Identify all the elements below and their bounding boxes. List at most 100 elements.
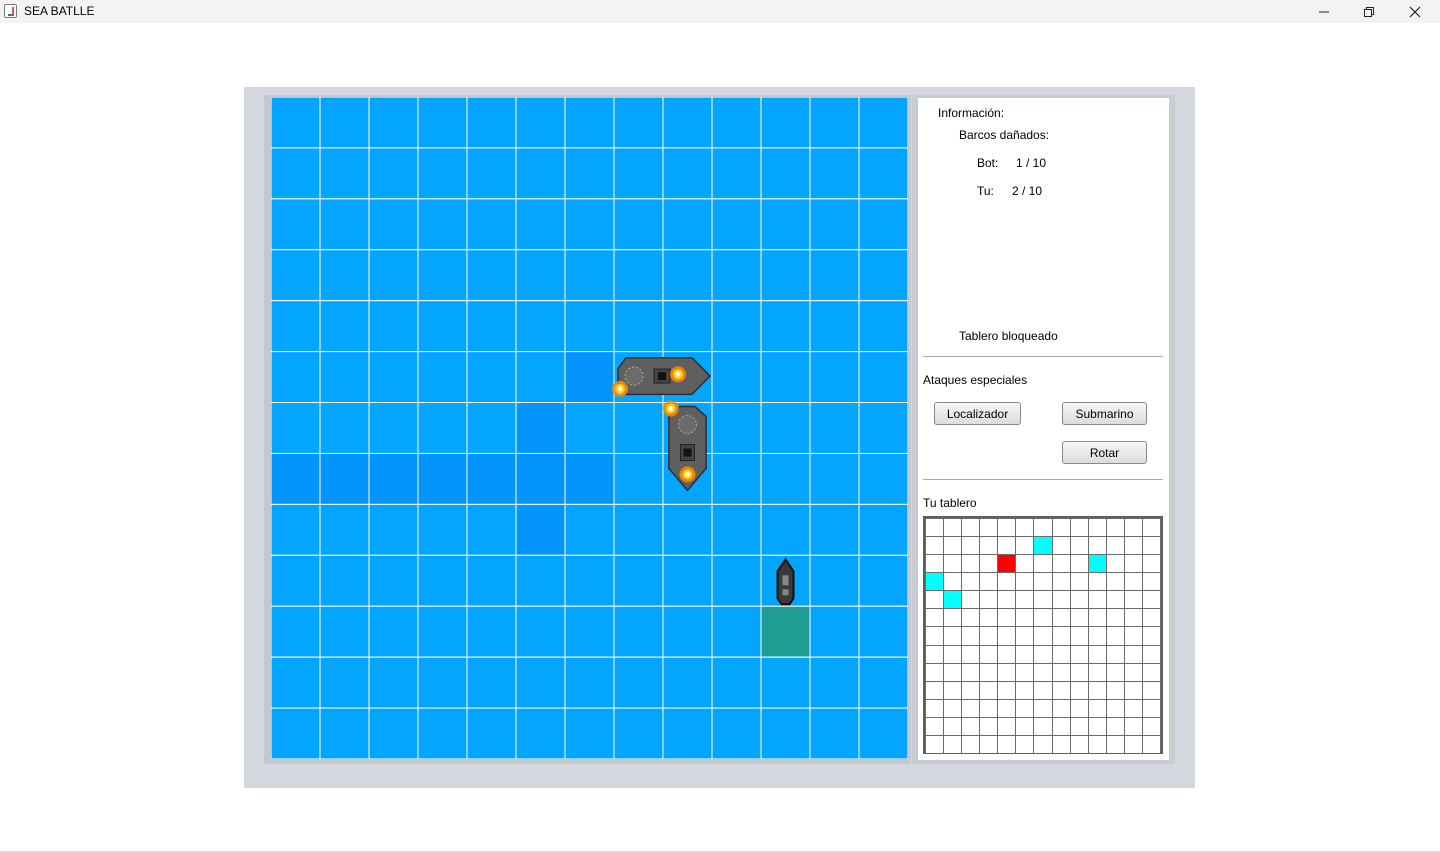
submarine-button[interactable]: Submarino: [1062, 402, 1147, 425]
water-cell[interactable]: [466, 707, 517, 759]
water-cell[interactable]: [319, 249, 370, 302]
water-cell[interactable]: [564, 503, 615, 556]
enemy-board-grid[interactable]: [271, 97, 908, 759]
water-cell[interactable]: [271, 707, 321, 759]
water-cell[interactable]: [858, 452, 908, 505]
shaded-cell[interactable]: [564, 452, 615, 505]
water-cell[interactable]: [858, 402, 908, 454]
water-cell[interactable]: [564, 198, 615, 251]
water-cell[interactable]: [319, 554, 370, 607]
water-cell[interactable]: [809, 147, 860, 200]
water-cell[interactable]: [613, 503, 664, 556]
water-cell[interactable]: [809, 656, 860, 709]
water-cell[interactable]: [417, 300, 468, 353]
water-cell[interactable]: [809, 249, 860, 302]
water-cell[interactable]: [858, 605, 908, 658]
shaded-cell[interactable]: [515, 402, 566, 454]
water-cell[interactable]: [417, 198, 468, 251]
water-cell[interactable]: [662, 147, 713, 200]
water-cell[interactable]: [760, 503, 811, 556]
water-cell[interactable]: [662, 605, 713, 658]
water-cell[interactable]: [711, 147, 762, 200]
water-cell[interactable]: [271, 300, 321, 353]
water-cell[interactable]: [760, 656, 811, 709]
water-cell[interactable]: [417, 605, 468, 658]
water-cell[interactable]: [271, 198, 321, 251]
water-cell[interactable]: [858, 198, 908, 251]
shaded-cell[interactable]: [515, 452, 566, 505]
water-cell[interactable]: [711, 249, 762, 302]
water-cell[interactable]: [858, 300, 908, 353]
water-cell[interactable]: [564, 249, 615, 302]
water-cell[interactable]: [319, 198, 370, 251]
water-cell[interactable]: [711, 707, 762, 759]
water-cell[interactable]: [711, 503, 762, 556]
water-cell[interactable]: [319, 402, 370, 454]
water-cell[interactable]: [319, 97, 370, 149]
water-cell[interactable]: [662, 97, 713, 149]
water-cell[interactable]: [613, 452, 664, 505]
water-cell[interactable]: [858, 554, 908, 607]
water-cell[interactable]: [271, 249, 321, 302]
water-cell[interactable]: [271, 147, 321, 200]
water-cell[interactable]: [760, 249, 811, 302]
water-cell[interactable]: [564, 147, 615, 200]
water-cell[interactable]: [271, 351, 321, 404]
water-cell[interactable]: [417, 554, 468, 607]
water-cell[interactable]: [417, 351, 468, 404]
water-cell[interactable]: [662, 300, 713, 353]
water-cell[interactable]: [613, 554, 664, 607]
water-cell[interactable]: [613, 402, 664, 454]
water-cell[interactable]: [368, 605, 419, 658]
water-cell[interactable]: [564, 402, 615, 454]
water-cell[interactable]: [271, 605, 321, 658]
water-cell[interactable]: [319, 656, 370, 709]
water-cell[interactable]: [809, 351, 860, 404]
water-cell[interactable]: [564, 300, 615, 353]
water-cell[interactable]: [564, 707, 615, 759]
water-cell[interactable]: [319, 503, 370, 556]
water-cell[interactable]: [271, 97, 321, 149]
water-cell[interactable]: [515, 605, 566, 658]
water-cell[interactable]: [466, 554, 517, 607]
water-cell[interactable]: [417, 707, 468, 759]
water-cell[interactable]: [809, 402, 860, 454]
water-cell[interactable]: [858, 503, 908, 556]
water-cell[interactable]: [466, 605, 517, 658]
water-cell[interactable]: [613, 97, 664, 149]
water-cell[interactable]: [466, 503, 517, 556]
water-cell[interactable]: [564, 656, 615, 709]
water-cell[interactable]: [466, 249, 517, 302]
water-cell[interactable]: [662, 554, 713, 607]
water-cell[interactable]: [564, 554, 615, 607]
shaded-cell[interactable]: [271, 452, 321, 505]
miss-cell[interactable]: [760, 605, 811, 658]
water-cell[interactable]: [760, 452, 811, 505]
water-cell[interactable]: [417, 503, 468, 556]
close-button[interactable]: [1392, 0, 1438, 23]
water-cell[interactable]: [319, 351, 370, 404]
water-cell[interactable]: [613, 147, 664, 200]
water-cell[interactable]: [760, 402, 811, 454]
water-cell[interactable]: [515, 656, 566, 709]
water-cell[interactable]: [760, 707, 811, 759]
water-cell[interactable]: [858, 147, 908, 200]
water-cell[interactable]: [809, 605, 860, 658]
water-cell[interactable]: [613, 656, 664, 709]
water-cell[interactable]: [809, 452, 860, 505]
water-cell[interactable]: [809, 97, 860, 149]
water-cell[interactable]: [466, 300, 517, 353]
water-cell[interactable]: [466, 656, 517, 709]
water-cell[interactable]: [515, 707, 566, 759]
water-cell[interactable]: [613, 198, 664, 251]
water-cell[interactable]: [662, 707, 713, 759]
water-cell[interactable]: [858, 249, 908, 302]
water-cell[interactable]: [271, 656, 321, 709]
shaded-cell[interactable]: [417, 452, 468, 505]
water-cell[interactable]: [368, 402, 419, 454]
water-cell[interactable]: [515, 198, 566, 251]
water-cell[interactable]: [711, 554, 762, 607]
water-cell[interactable]: [809, 554, 860, 607]
water-cell[interactable]: [417, 147, 468, 200]
water-cell[interactable]: [515, 300, 566, 353]
